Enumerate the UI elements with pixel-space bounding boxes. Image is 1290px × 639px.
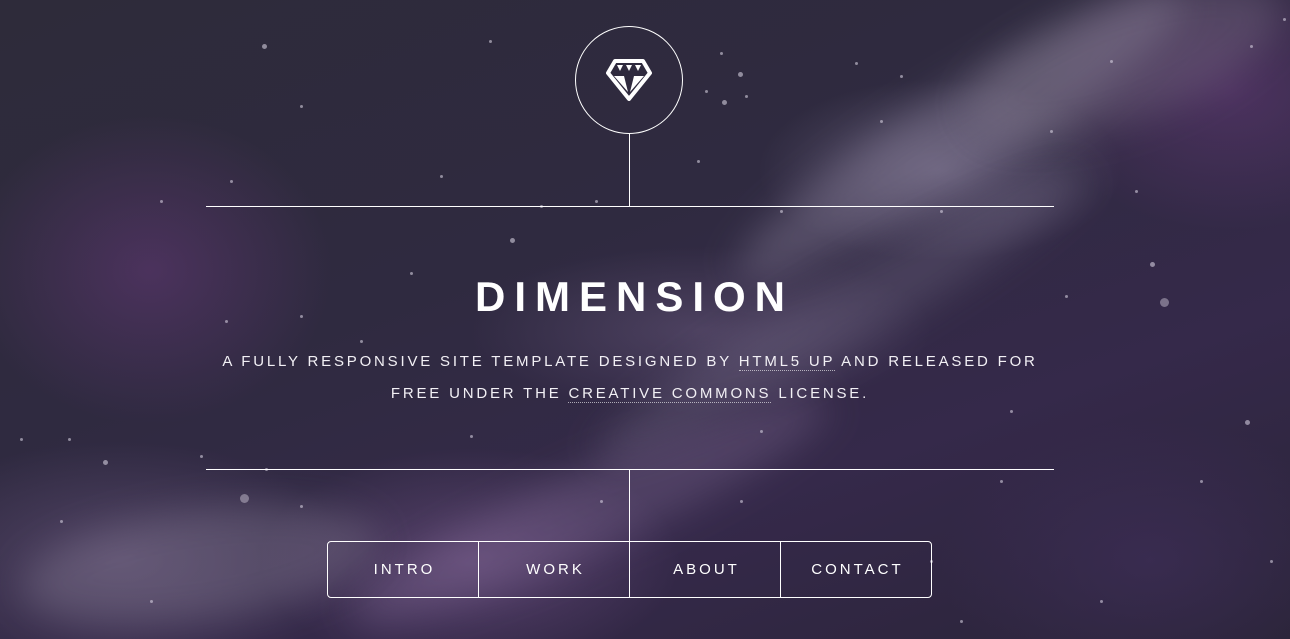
star-dot (697, 160, 700, 163)
star-dot (150, 600, 153, 603)
divider-bottom (206, 469, 1054, 470)
star-dot (1050, 130, 1053, 133)
star-dot (1270, 560, 1273, 563)
star-dot (940, 210, 943, 213)
star-dot (510, 238, 515, 243)
star-dot (1150, 262, 1155, 267)
star-dot (60, 520, 63, 523)
nav-intro[interactable]: INTRO (328, 542, 478, 597)
star-dot (722, 100, 727, 105)
site-title: DIMENSION (474, 273, 794, 320)
star-dot (1010, 410, 1013, 413)
star-dot (760, 430, 763, 433)
star-dot (780, 210, 783, 213)
nav-work[interactable]: WORK (478, 542, 629, 597)
nav-contact[interactable]: CONTACT (780, 542, 931, 597)
star-dot (1283, 18, 1286, 21)
star-dot (1135, 190, 1138, 193)
html5up-link[interactable]: HTML5 UP (738, 353, 836, 371)
star-dot (262, 44, 267, 49)
star-dot (103, 460, 108, 465)
creative-commons-link[interactable]: CREATIVE COMMONS (568, 385, 772, 403)
star-dot (720, 52, 723, 55)
star-dot (738, 72, 743, 77)
star-dot (200, 455, 203, 458)
connector-line-bottom (629, 470, 630, 541)
star-dot (489, 40, 492, 43)
star-dot (230, 180, 233, 183)
star-dot (900, 75, 903, 78)
star-dot (1110, 60, 1113, 63)
star-dot (1250, 45, 1253, 48)
star-dot (880, 120, 883, 123)
star-dot (300, 105, 303, 108)
star-dot (1000, 480, 1003, 483)
diamond-icon (606, 59, 652, 101)
star-dot (1160, 298, 1169, 307)
tagline-text: A FULLY RESPONSIVE SITE TEMPLATE DESIGNE… (222, 353, 739, 370)
connector-line-top (629, 134, 630, 206)
logo (575, 26, 683, 134)
star-dot (20, 438, 23, 441)
star-dot (68, 438, 71, 441)
star-dot (1100, 600, 1103, 603)
star-dot (600, 500, 603, 503)
tagline-text: LICENSE. (771, 385, 870, 402)
star-dot (470, 435, 473, 438)
star-dot (1065, 295, 1068, 298)
nav-about[interactable]: ABOUT (629, 542, 780, 597)
star-dot (740, 500, 743, 503)
star-dot (240, 494, 249, 503)
main-nav: INTRO WORK ABOUT CONTACT (327, 541, 932, 598)
star-dot (1245, 420, 1250, 425)
star-dot (440, 175, 443, 178)
divider-top (206, 206, 1054, 207)
star-dot (160, 200, 163, 203)
star-dot (300, 505, 303, 508)
star-dot (960, 620, 963, 623)
star-dot (745, 95, 748, 98)
star-dot (1200, 480, 1203, 483)
star-dot (855, 62, 858, 65)
star-dot (705, 90, 708, 93)
tagline: A FULLY RESPONSIVE SITE TEMPLATE DESIGNE… (206, 346, 1054, 410)
star-dot (595, 200, 598, 203)
star-dot (360, 340, 363, 343)
